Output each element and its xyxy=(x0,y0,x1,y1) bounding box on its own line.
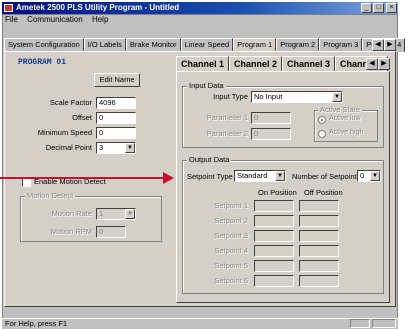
motion-rpm-label: Motion RPM xyxy=(50,227,92,236)
setpoint-type-select[interactable]: Standard ▼ xyxy=(234,170,286,182)
setpoint-4-on-field xyxy=(254,245,294,257)
menu-help[interactable]: Help xyxy=(92,14,108,25)
chevron-down-icon[interactable]: ▼ xyxy=(332,92,342,102)
active-high-label: Active high xyxy=(329,129,364,136)
active-low-label: Active low xyxy=(329,115,361,122)
annotation-arrow-icon xyxy=(163,172,174,184)
setpoint-1-on-field xyxy=(254,200,294,212)
setpoint-2-off-field xyxy=(299,215,339,227)
decimal-point-label: Decimal Point xyxy=(45,143,92,152)
window-title: Ametek 2500 PLS Utility Program - Untitl… xyxy=(16,3,180,12)
title-bar: Ametek 2500 PLS Utility Program - Untitl… xyxy=(2,2,398,14)
number-of-setpoints-label: Number of Setpoints xyxy=(292,172,361,181)
motion-rpm-field: 0 xyxy=(96,226,126,238)
chevron-down-icon[interactable]: ▼ xyxy=(125,143,135,153)
setpoint-3-on-field xyxy=(254,230,294,242)
offset-field[interactable]: 0 xyxy=(96,112,136,124)
setpoint-1-label: Setpoint 1 xyxy=(214,201,248,210)
tab-program-3[interactable]: Program 3 xyxy=(319,38,363,52)
on-position-header: On Position xyxy=(258,188,297,197)
tab-system-configuration[interactable]: System Configuration xyxy=(4,38,84,52)
motion-rate-label: Motion Rate xyxy=(51,209,92,218)
scale-factor-field[interactable]: 4096 xyxy=(96,97,136,109)
tab-program-1[interactable]: Program 1 xyxy=(233,38,277,52)
offset-label: Offset xyxy=(72,113,92,122)
program-name-label: PROGRAM 01 xyxy=(18,58,67,67)
parameter-2-label: Parameter 2 xyxy=(206,129,248,138)
chevron-down-icon: ▼ xyxy=(125,209,135,219)
edit-name-button[interactable]: Edit Name xyxy=(94,73,140,87)
parameter-1-field: 0 xyxy=(251,112,291,124)
input-data-title: Input Data xyxy=(187,81,226,90)
tab-io-labels[interactable]: I/O Labels xyxy=(83,38,126,52)
menu-file[interactable]: File xyxy=(5,14,18,25)
chevron-down-icon[interactable]: ▼ xyxy=(370,171,380,181)
setpoint-3-label: Setpoint 3 xyxy=(214,231,248,240)
minimum-speed-label: Minimum Speed xyxy=(37,128,92,137)
motion-rate-select: 1 ▼ xyxy=(96,208,136,220)
input-type-label: Input Type xyxy=(213,92,248,101)
app-icon[interactable] xyxy=(4,4,13,12)
tab-channel-2[interactable]: Channel 2 xyxy=(229,56,283,72)
input-type-value: No Input xyxy=(254,92,283,101)
motion-detect-title: Motion Detect xyxy=(25,191,76,200)
parameter-1-label: Parameter 1 xyxy=(206,113,248,122)
tab-linear-speed[interactable]: Linear Speed xyxy=(180,38,234,52)
channel-tab-strip: Channel 1 Channel 2 Channel 3 Channel 4 xyxy=(176,56,389,72)
active-high-radio xyxy=(318,130,326,138)
status-text: For Help, press F1 xyxy=(5,319,68,328)
setpoint-type-label: Setpoint Type xyxy=(187,172,233,181)
setpoint-6-label: Setpoint 6 xyxy=(214,276,248,285)
scale-factor-label: Scale Factor xyxy=(49,98,92,107)
setpoint-type-value: Standard xyxy=(237,171,268,180)
tab-brake-monitor[interactable]: Brake Monitor xyxy=(125,38,181,52)
number-of-setpoints-select[interactable]: 0 ▼ xyxy=(357,170,381,182)
off-position-header: Off Position xyxy=(304,188,343,197)
menu-communication[interactable]: Communication xyxy=(27,14,83,25)
minimize-button[interactable]: _ xyxy=(361,3,372,13)
number-of-setpoints-value: 0 xyxy=(360,171,365,180)
setpoint-5-off-field xyxy=(299,260,339,272)
setpoint-4-off-field xyxy=(299,245,339,257)
setpoint-6-off-field xyxy=(299,275,339,287)
status-pane xyxy=(350,319,370,328)
active-state-title: Active State xyxy=(318,105,363,114)
chevron-down-icon[interactable]: ▼ xyxy=(275,171,285,181)
setpoint-5-on-field xyxy=(254,260,294,272)
tab-channel-3[interactable]: Channel 3 xyxy=(282,56,336,72)
tab-scroll-left-icon[interactable]: ◀ xyxy=(372,39,384,51)
decimal-point-value: 3 xyxy=(99,143,104,152)
setpoint-2-label: Setpoint 2 xyxy=(214,216,248,225)
motion-rate-value: 1 xyxy=(99,209,104,218)
tab-scroll-right-icon[interactable]: ▶ xyxy=(384,39,396,51)
setpoint-2-on-field xyxy=(254,215,294,227)
parameter-2-field: 0 xyxy=(251,128,291,140)
tab-channel-1[interactable]: Channel 1 xyxy=(176,56,230,72)
status-bar: For Help, press F1 xyxy=(2,318,398,329)
menu-bar: File Communication Help xyxy=(2,14,398,25)
setpoint-1-off-field xyxy=(299,200,339,212)
program-tab-strip: System Configuration I/O Labels Brake Mo… xyxy=(4,38,406,52)
setpoint-4-label: Setpoint 4 xyxy=(214,246,248,255)
maximize-button[interactable]: □ xyxy=(373,3,384,13)
annotation-arrow-line xyxy=(0,177,166,179)
setpoint-6-on-field xyxy=(254,275,294,287)
output-data-title: Output Data xyxy=(187,155,232,164)
decimal-point-select[interactable]: 3 ▼ xyxy=(96,142,136,154)
tab-program-2[interactable]: Program 2 xyxy=(276,38,320,52)
minimum-speed-field[interactable]: 0 xyxy=(96,127,136,139)
channel-scroll-right-icon[interactable]: ▶ xyxy=(378,58,390,70)
input-type-select[interactable]: No Input ▼ xyxy=(251,91,343,103)
setpoint-5-label: Setpoint 5 xyxy=(214,261,248,270)
channel-scroll-left-icon[interactable]: ◀ xyxy=(366,58,378,70)
status-pane xyxy=(372,319,396,328)
enable-motion-detect-checkbox[interactable] xyxy=(22,178,31,187)
close-button[interactable]: × xyxy=(386,3,397,13)
setpoint-3-off-field xyxy=(299,230,339,242)
active-low-radio xyxy=(318,116,326,124)
